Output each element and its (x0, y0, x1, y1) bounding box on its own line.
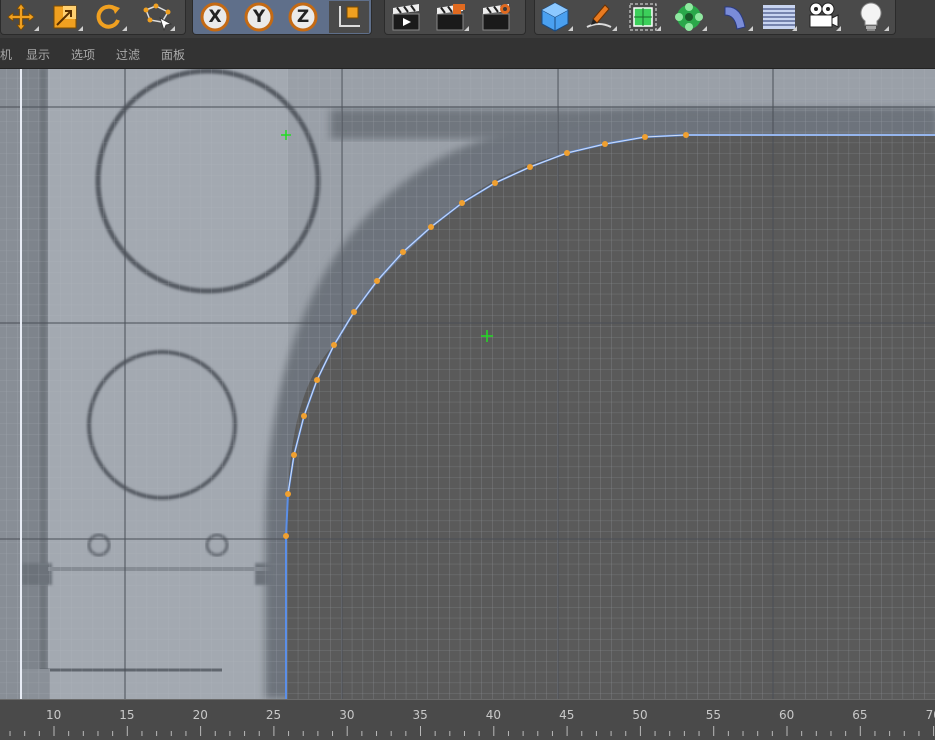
spline-point[interactable] (428, 224, 434, 230)
timeline-tick-label: 40 (485, 708, 502, 722)
cloner-icon (675, 3, 703, 31)
timeline-tick-label: 65 (852, 708, 868, 722)
spline-point[interactable] (301, 413, 307, 419)
scale-icon (53, 5, 77, 29)
camera-icon (809, 2, 839, 28)
live-selection-button[interactable] (137, 1, 177, 33)
cloner-button[interactable] (669, 1, 709, 33)
x-axis-lock-button[interactable]: X (195, 1, 235, 33)
timeline-tick-label: 15 (119, 708, 135, 722)
timeline-tick-label: 50 (632, 708, 648, 722)
spline-point[interactable] (314, 377, 320, 383)
rotate-icon (96, 4, 120, 29)
timeline-tick-label: 55 (705, 708, 721, 722)
render-region-button[interactable] (431, 1, 471, 33)
pen-spline-icon (586, 4, 612, 28)
render-view-icon (392, 4, 420, 31)
spline-point[interactable] (285, 491, 291, 497)
z-axis-lock-button[interactable]: Z (283, 1, 323, 33)
move-icon (7, 3, 35, 31)
render-settings-icon (482, 4, 510, 31)
render-view-button[interactable] (387, 1, 427, 33)
deformer-icon (724, 6, 746, 30)
editor-viewport[interactable] (0, 69, 935, 699)
spline-point[interactable] (331, 342, 337, 348)
subdivision-button[interactable] (623, 1, 663, 33)
spline-point[interactable] (283, 533, 289, 539)
pen-spline-button[interactable] (579, 1, 619, 33)
move-tool-button[interactable] (1, 1, 41, 33)
menu-filter[interactable]: 过滤 (116, 46, 140, 63)
viewport-menu-bar: 机 显示 选项 过滤 面板 (0, 38, 935, 69)
x-axis-label: X (208, 7, 222, 27)
subdivision-icon (629, 3, 657, 31)
cube-button[interactable] (535, 1, 575, 33)
spline-point[interactable] (492, 180, 498, 186)
render-region-icon (436, 4, 465, 31)
light-icon (860, 2, 882, 31)
timeline-ticks-canvas (9, 726, 935, 736)
spline-point[interactable] (602, 141, 608, 147)
render-tools-group (384, 0, 526, 35)
timeline-tick-label: 20 (192, 708, 208, 722)
deformer-button[interactable] (715, 1, 755, 33)
rotate-tool-button[interactable] (89, 1, 129, 33)
spline-point[interactable] (374, 278, 380, 284)
timeline-ruler[interactable]: 10 15 20 25 30 35 40 45 50 55 60 65 70 (0, 699, 935, 740)
spline-point[interactable] (642, 134, 648, 140)
viewport-minor-grid (0, 69, 935, 699)
axis-lock-group: X Y Z (192, 0, 372, 35)
spline-point[interactable] (459, 200, 465, 206)
transform-tools-group (0, 0, 186, 35)
render-settings-button[interactable] (477, 1, 517, 33)
main-toolbar: X Y Z (0, 0, 935, 39)
object-tools-group (534, 0, 896, 35)
spline-point[interactable] (683, 132, 689, 138)
scale-tool-button[interactable] (45, 1, 85, 33)
viewport-canvas[interactable] (0, 69, 935, 699)
menu-camera[interactable]: 机 (0, 46, 12, 63)
menu-panel[interactable]: 面板 (161, 46, 185, 63)
timeline-tick-label: 30 (339, 708, 355, 722)
floor-button[interactable] (759, 1, 799, 33)
menu-options[interactable]: 选项 (71, 46, 95, 63)
spline-point[interactable] (291, 452, 297, 458)
spline-point[interactable] (400, 249, 406, 255)
timeline-tick-label: 45 (559, 708, 575, 722)
coordinate-system-button[interactable] (329, 1, 369, 33)
camera-button[interactable] (803, 1, 843, 33)
light-button[interactable] (851, 1, 891, 33)
timeline-tick-label: 10 (46, 708, 62, 722)
z-axis-label: Z (296, 7, 310, 27)
timeline-tick-label: 25 (265, 708, 282, 722)
spline-point[interactable] (351, 309, 357, 315)
timeline-tick-label: 35 (412, 708, 428, 722)
y-axis-lock-button[interactable]: Y (239, 1, 279, 33)
timeline-tick-label: 70 (925, 708, 935, 722)
y-axis-label: Y (252, 7, 266, 27)
spline-point[interactable] (564, 150, 570, 156)
coordinate-system-icon (339, 6, 360, 27)
menu-display[interactable]: 显示 (26, 46, 50, 63)
spline-point[interactable] (527, 164, 533, 170)
live-selection-icon (143, 3, 172, 32)
timeline-tick-label: 60 (779, 708, 795, 722)
cube-icon (541, 2, 569, 32)
